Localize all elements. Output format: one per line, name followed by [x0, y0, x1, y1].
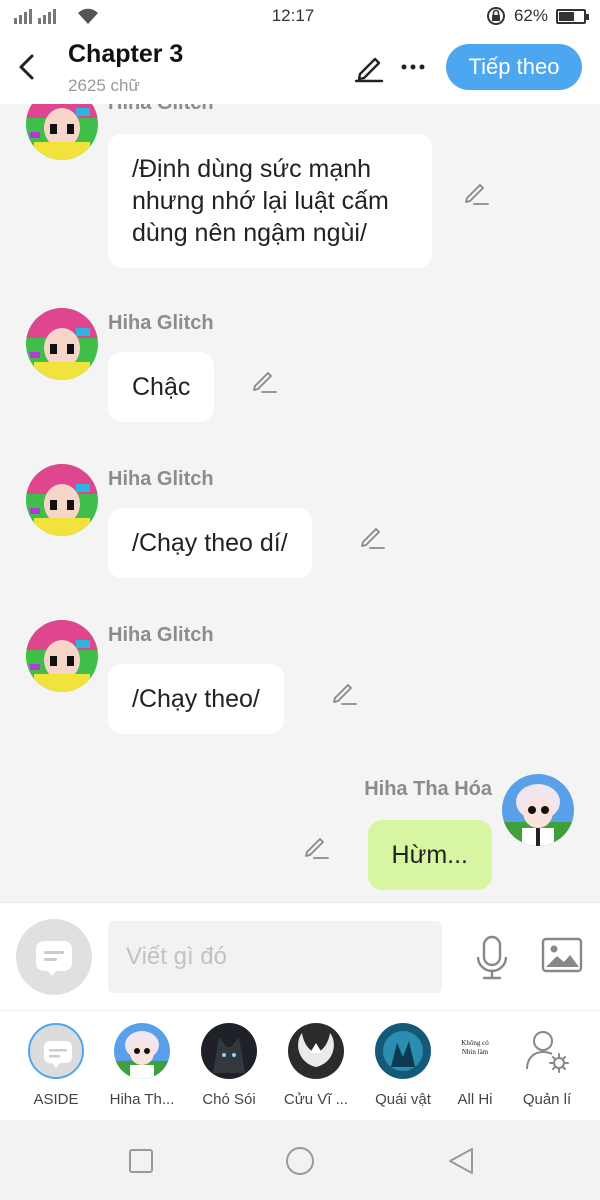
edit-message-button[interactable]	[462, 178, 490, 206]
character-label: Cửu Vĩ ...	[283, 1091, 349, 1108]
image-button[interactable]	[540, 935, 584, 975]
sender-name: Hiha Glitch	[108, 468, 214, 490]
character-picker: ASIDE Hiha Th... Chó Sói Cửu Vĩ ... Quái…	[0, 1010, 600, 1120]
character-hiha-tha-hoa[interactable]: Hiha Th...	[105, 1023, 179, 1108]
microphone-icon	[476, 935, 508, 980]
character-avatar	[114, 1023, 170, 1079]
avatar-hiha-tha-hoa[interactable]	[502, 774, 574, 846]
manage-characters-button[interactable]: Quản lí	[510, 1023, 584, 1108]
next-chapter-button[interactable]: Tiếp theo	[446, 44, 582, 90]
wolf-avatar-icon	[201, 1023, 257, 1079]
back-button[interactable]	[14, 50, 42, 84]
chevron-left-icon	[19, 54, 34, 80]
character-label: ASIDE	[33, 1091, 79, 1108]
circle-icon	[286, 1147, 314, 1175]
aside-avatar	[28, 1023, 84, 1079]
character-label: Quản lí	[522, 1091, 572, 1108]
character-aside[interactable]: ASIDE	[19, 1023, 93, 1108]
word-count: 2625 chữ	[68, 76, 140, 95]
message-input[interactable]	[108, 921, 442, 993]
rotation-lock-icon	[486, 7, 505, 25]
manage-avatar	[519, 1023, 575, 1079]
character-all-hi[interactable]: Không có Nhìn làm All Hi	[438, 1023, 512, 1108]
signal-indicators	[14, 7, 100, 25]
character-cuu-vi[interactable]: Cửu Vĩ ...	[279, 1023, 353, 1108]
recents-button[interactable]	[124, 1144, 158, 1178]
image-icon	[541, 937, 583, 973]
chapter-header: Chapter 3 2625 chữ Tiếp theo	[0, 32, 600, 104]
system-navigation-bar	[0, 1120, 600, 1200]
battery-icon	[555, 8, 589, 24]
glitch-avatar-icon	[26, 308, 98, 380]
wifi-icon	[78, 8, 98, 24]
chapter-title: Chapter 3	[68, 40, 184, 68]
sender-name: Hiha Glitch	[108, 312, 214, 334]
character-label: Chó Sói	[202, 1091, 256, 1108]
clock: 12:17	[271, 6, 315, 25]
avatar-hiha-glitch[interactable]	[26, 464, 98, 536]
more-options-button[interactable]	[398, 50, 428, 84]
aside-toggle-button[interactable]	[16, 919, 92, 995]
avatar-hiha-glitch[interactable]	[26, 620, 98, 692]
message-bubble[interactable]: /Chạy theo/	[108, 664, 284, 734]
message-icon	[36, 941, 72, 976]
avatar-hiha-glitch[interactable]	[26, 104, 98, 160]
glitch-avatar-icon	[26, 620, 98, 692]
status-bar: 12:17 62%	[0, 0, 600, 32]
character-cho-soi[interactable]: Chó Sói	[192, 1023, 266, 1108]
back-nav-button[interactable]	[444, 1144, 478, 1178]
edit-chapter-button[interactable]	[352, 50, 386, 84]
pencil-icon	[354, 57, 384, 83]
pencil-icon	[333, 684, 357, 705]
sender-name: Hiha Tha Hóa	[364, 778, 492, 800]
battery-percent: 62%	[513, 6, 548, 25]
edit-message-button[interactable]	[302, 832, 330, 860]
message-bubble[interactable]: Chậc	[108, 352, 215, 422]
character-quai-vat[interactable]: Quái vật	[366, 1023, 440, 1108]
square-icon	[129, 1149, 153, 1173]
character-avatar	[288, 1023, 344, 1079]
sender-name: Hiha Glitch	[108, 624, 214, 646]
character-label: Hiha Th...	[109, 1091, 175, 1108]
character-avatar-icon	[114, 1023, 170, 1079]
edit-message-button[interactable]	[330, 678, 358, 706]
signal-icon	[14, 9, 56, 24]
user-settings-icon	[526, 1031, 569, 1073]
avatar-caption: Không có Nhìn làm	[461, 1039, 489, 1056]
microphone-button[interactable]	[472, 933, 512, 983]
sender-name: Hiha Glitch	[108, 104, 214, 115]
avatar-hiha-glitch[interactable]	[26, 308, 98, 380]
pencil-icon	[361, 528, 385, 549]
triangle-back-icon	[449, 1148, 473, 1174]
message-icon	[44, 1041, 72, 1068]
character-avatar-icon	[502, 774, 574, 846]
pencil-icon	[253, 372, 277, 393]
character-label: Quái vật	[375, 1091, 431, 1108]
glitch-avatar-icon	[26, 104, 98, 160]
message-bubble[interactable]: /Chạy theo dí/	[108, 508, 312, 578]
battery-fill	[558, 11, 574, 21]
character-avatar	[201, 1023, 257, 1079]
pencil-icon	[305, 838, 329, 859]
pencil-icon	[465, 184, 489, 205]
chat-area[interactable]: Hiha Glitch /Định dùng sức mạnh nhưng nh…	[0, 104, 600, 902]
home-button[interactable]	[283, 1144, 317, 1178]
edit-message-button[interactable]	[358, 522, 386, 550]
more-dots-icon	[401, 64, 425, 70]
edit-message-button[interactable]	[250, 366, 278, 394]
monster-avatar-icon	[375, 1023, 431, 1079]
fox-avatar-icon	[288, 1023, 344, 1079]
glitch-avatar-icon	[26, 464, 98, 536]
message-bubble[interactable]: /Định dùng sức mạnh nhưng nhớ lại luật c…	[108, 134, 432, 268]
character-label: All Hi	[457, 1091, 493, 1108]
character-avatar	[375, 1023, 431, 1079]
message-bubble-own[interactable]: Hừm...	[367, 820, 492, 890]
composer-bar	[0, 902, 600, 1010]
character-avatar: Không có Nhìn làm	[447, 1023, 503, 1079]
